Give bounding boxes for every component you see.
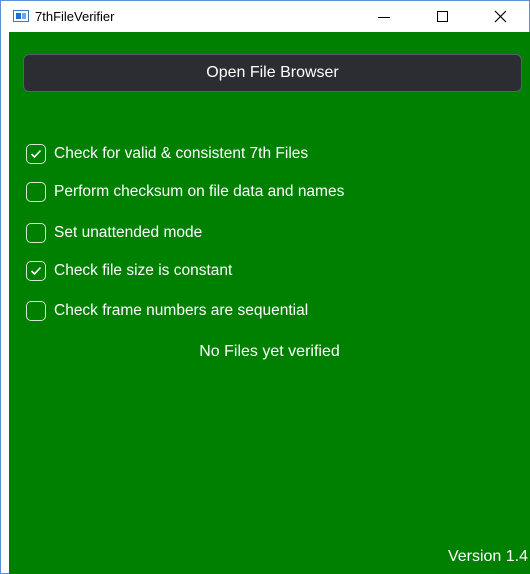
main-panel: Open File Browser Check for valid & cons… xyxy=(9,32,530,574)
close-icon xyxy=(494,10,506,23)
app-window-icon xyxy=(13,10,29,22)
title-bar[interactable]: 7thFileVerifier xyxy=(1,1,529,32)
option-checksum[interactable]: Perform checksum on file data and names xyxy=(26,181,344,203)
checkbox-file-size-constant[interactable] xyxy=(26,261,46,281)
checkmark-icon xyxy=(30,266,42,276)
checkbox-valid-consistent-files[interactable] xyxy=(26,144,46,164)
maximize-icon xyxy=(436,11,448,22)
option-label: Check file size is constant xyxy=(54,262,233,279)
option-frame-numbers-sequential[interactable]: Check frame numbers are sequential xyxy=(26,300,308,322)
option-file-size-constant[interactable]: Check file size is constant xyxy=(26,260,232,282)
window-title: 7thFileVerifier xyxy=(35,9,115,24)
minimize-button[interactable] xyxy=(361,1,407,32)
option-valid-consistent-files[interactable]: Check for valid & consistent 7th Files xyxy=(26,143,308,165)
checkmark-icon xyxy=(30,149,42,159)
close-button[interactable] xyxy=(477,1,523,32)
checkbox-unattended-mode[interactable] xyxy=(26,223,46,243)
option-label: Check for valid & consistent 7th Files xyxy=(54,145,309,162)
version-label: Version 1.4 xyxy=(447,548,528,565)
option-label: Check frame numbers are sequential xyxy=(54,302,309,319)
checkbox-checksum[interactable] xyxy=(26,182,46,202)
checkbox-frame-numbers-sequential[interactable] xyxy=(26,301,46,321)
option-label: Perform checksum on file data and names xyxy=(54,183,345,200)
open-file-browser-button[interactable]: Open File Browser xyxy=(23,54,522,92)
maximize-button[interactable] xyxy=(419,1,465,32)
verification-status: No Files yet verified xyxy=(199,343,340,360)
app-window: 7thFileVerifier Open File Browser Check … xyxy=(0,0,530,574)
minimize-icon xyxy=(378,17,390,18)
option-label: Set unattended mode xyxy=(54,224,203,241)
option-unattended-mode[interactable]: Set unattended mode xyxy=(26,222,202,244)
